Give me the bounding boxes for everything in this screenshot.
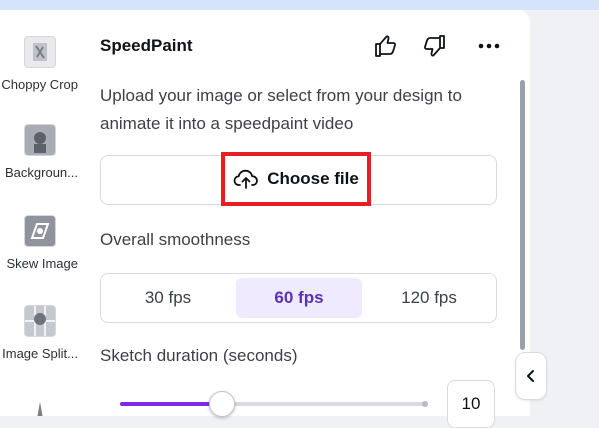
fps-segmented-control: 30 fps 60 fps 120 fps [100,273,497,323]
more-options-icon[interactable] [476,33,502,59]
top-bar [0,0,599,10]
chevron-left-icon [525,369,537,383]
image-split-thumbnail [24,305,56,337]
sidebar-item-skew-image[interactable]: Skew Image [0,215,80,271]
collapse-panel-button[interactable] [515,352,547,400]
apps-sidebar: Choppy Crop Backgroun... Skew Image Imag… [0,10,80,416]
sidebar-item-label: Skew Image [6,256,78,271]
sidebar-item-image-split[interactable]: Image Split... [0,305,80,361]
duration-slider-fill [120,402,221,406]
duration-label: Sketch duration (seconds) [100,346,298,365]
sidebar-item-background[interactable]: Backgroun... [0,124,80,180]
choose-file-label: Choose file [267,169,359,188]
panel-scrollbar[interactable] [520,80,525,350]
sidebar-item-label: Choppy Crop [1,77,78,92]
skew-image-thumbnail [24,215,56,247]
fps-option-60[interactable]: 60 fps [236,278,362,318]
sidebar-item-label: Backgroun... [5,165,78,180]
background-thumbnail [24,124,56,156]
cloud-upload-icon [233,168,259,190]
sidebar-item-app[interactable] [0,394,80,416]
panel-description: Upload your image or select from your de… [100,86,462,133]
duration-slider-thumb[interactable] [208,391,235,417]
choppy-crop-thumbnail [24,36,56,68]
panel-title: SpeedPaint [100,36,193,55]
sidebar-item-choppy-crop[interactable]: Choppy Crop [0,36,80,92]
duration-value-input[interactable]: 10 [447,380,495,428]
thumbs-up-icon[interactable] [372,33,398,59]
sidebar-item-label: Image Split... [2,346,78,361]
app-thumbnail [25,394,55,416]
duration-slider[interactable] [120,391,428,417]
choose-file-button[interactable]: Choose file [221,152,371,206]
smoothness-label: Overall smoothness [100,230,251,249]
speedpaint-panel: SpeedPaint Upload your image or select f… [80,10,530,428]
fps-option-120[interactable]: 120 fps [366,278,492,318]
fps-option-30[interactable]: 30 fps [105,278,231,318]
duration-slider-end [422,401,428,407]
thumbs-down-icon[interactable] [422,33,448,59]
